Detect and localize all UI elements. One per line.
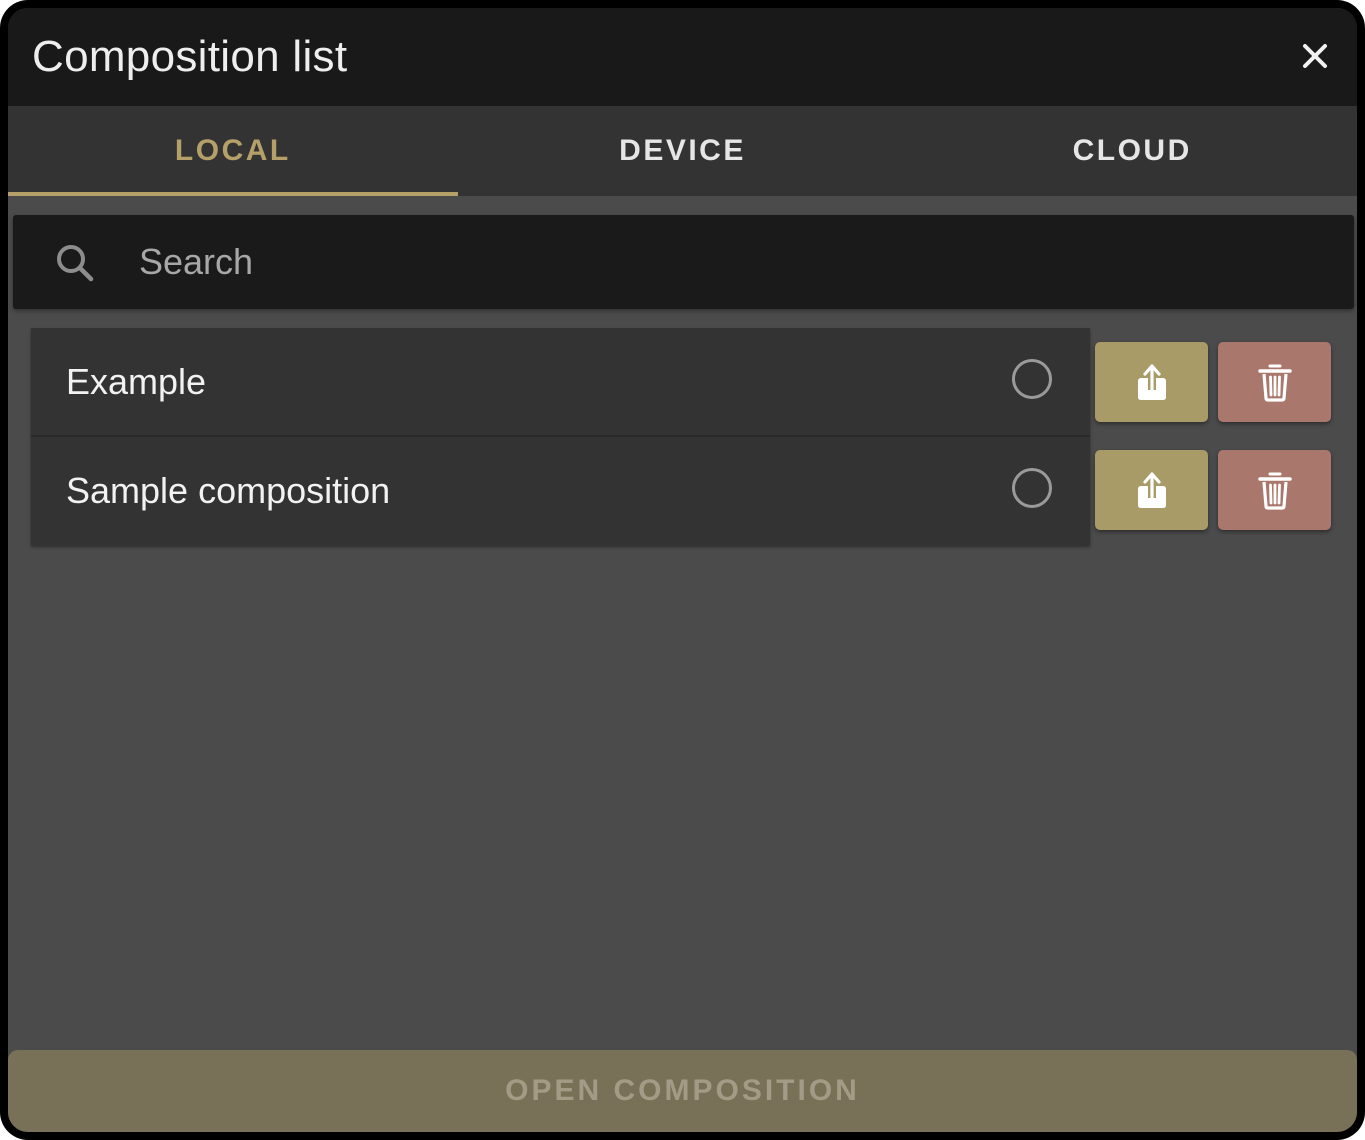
composition-name: Sample composition (66, 470, 391, 511)
search-icon (57, 245, 94, 282)
open-composition-button[interactable]: OPEN COMPOSITION (8, 1050, 1357, 1132)
export-button[interactable] (1095, 342, 1208, 422)
delete-button[interactable] (1218, 450, 1331, 530)
tab-cloud[interactable]: CLOUD (907, 106, 1357, 196)
search-input[interactable] (139, 233, 1239, 291)
list-item[interactable]: Example (31, 328, 1090, 437)
composition-name: Example (66, 361, 207, 402)
source-tabs: LOCAL DEVICE CLOUD (8, 106, 1357, 196)
close-button[interactable] (1295, 36, 1335, 76)
window-frame: Composition list LOCAL DEVICE CLOUD Exam… (0, 0, 1365, 1140)
select-radio[interactable] (1012, 468, 1052, 508)
search-bar (13, 215, 1354, 309)
trash-icon (1257, 364, 1292, 402)
tab-device[interactable]: DEVICE (458, 106, 908, 196)
composition-list-dialog: Composition list LOCAL DEVICE CLOUD Exam… (8, 8, 1357, 1132)
share-upload-icon (1137, 472, 1166, 508)
dialog-header: Composition list (8, 8, 1357, 106)
select-radio[interactable] (1012, 359, 1052, 399)
trash-icon (1257, 472, 1292, 510)
close-icon (1303, 44, 1327, 68)
tab-local[interactable]: LOCAL (8, 106, 458, 196)
share-upload-icon (1137, 364, 1166, 400)
list-item[interactable]: Sample composition (31, 437, 1090, 545)
delete-button[interactable] (1218, 342, 1331, 422)
composition-list: Example Sample composition (31, 328, 1090, 545)
dialog-title: Composition list (32, 32, 348, 81)
export-button[interactable] (1095, 450, 1208, 530)
